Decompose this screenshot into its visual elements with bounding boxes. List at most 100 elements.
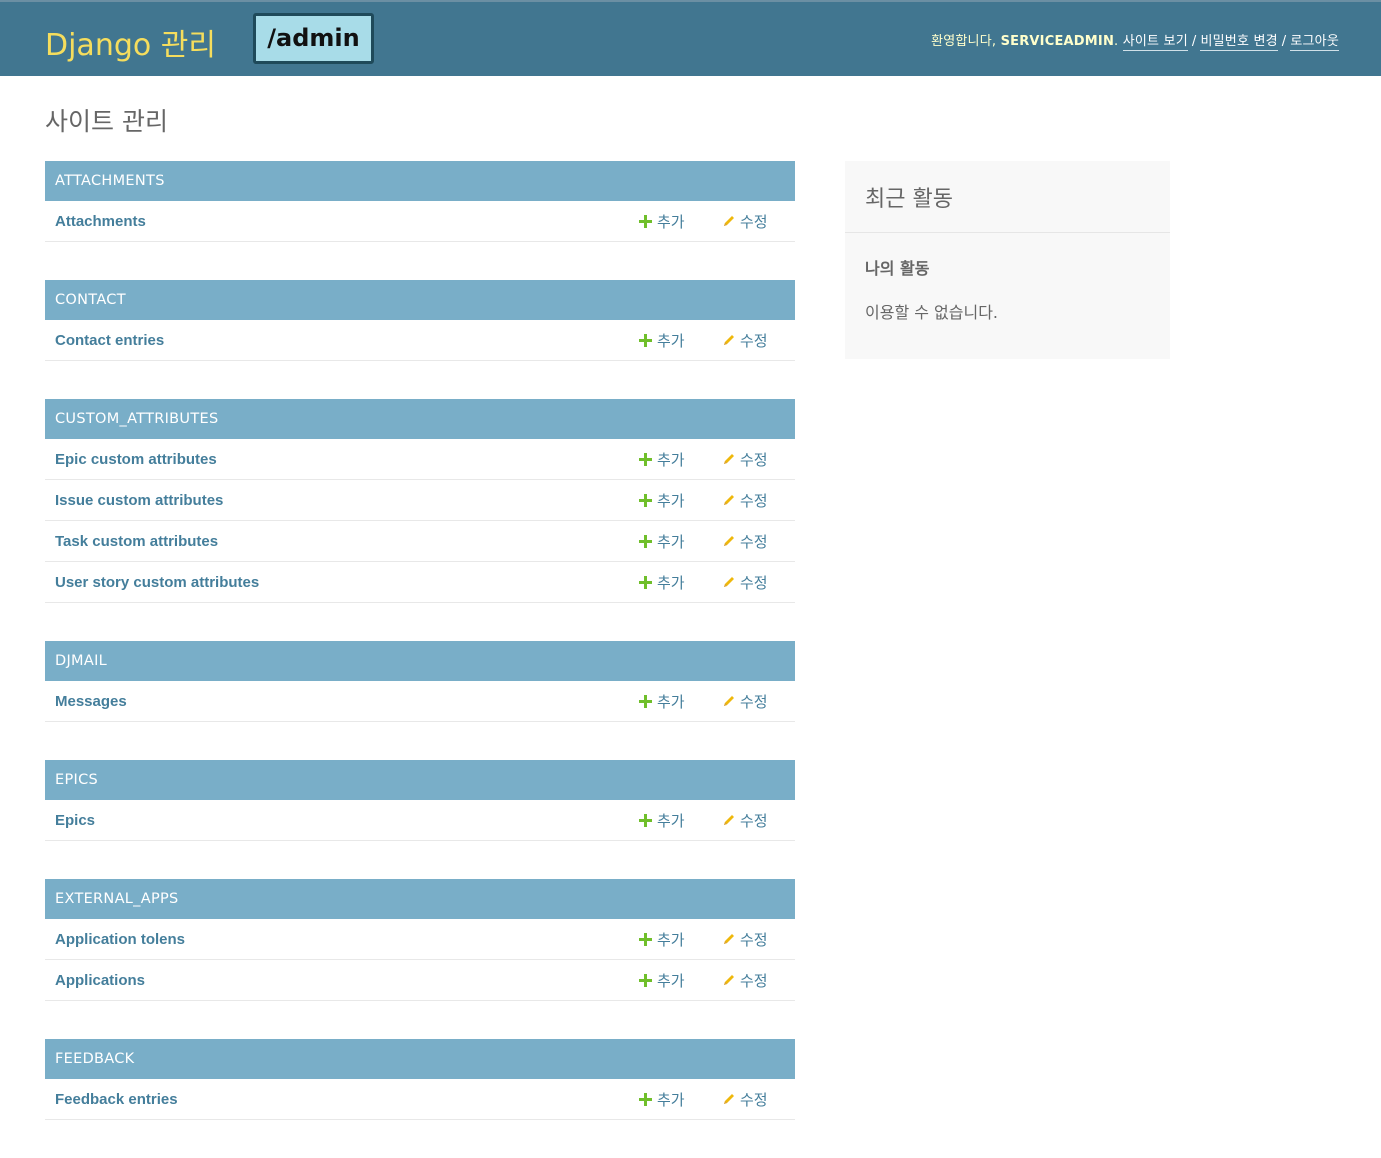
add-link[interactable]: 추가 bbox=[639, 810, 685, 831]
change-label: 수정 bbox=[740, 1091, 768, 1109]
change-password-link[interactable]: 비밀번호 변경 bbox=[1200, 34, 1278, 51]
pencil-icon bbox=[722, 333, 736, 347]
plus-icon bbox=[639, 933, 652, 946]
change-label: 수정 bbox=[740, 931, 768, 949]
app-module: EPICS Epics 추가 수정 bbox=[45, 760, 795, 841]
add-label: 추가 bbox=[657, 574, 685, 592]
recent-actions-title: 최근 활동 bbox=[845, 161, 1170, 233]
change-link[interactable]: 수정 bbox=[722, 490, 768, 511]
change-link[interactable]: 수정 bbox=[722, 531, 768, 552]
pencil-icon bbox=[722, 493, 736, 507]
change-label: 수정 bbox=[740, 332, 768, 350]
module-caption[interactable]: CONTACT bbox=[45, 280, 795, 320]
url-annotation-tag: /admin bbox=[253, 13, 374, 64]
model-row: Feedback entries 추가 수정 bbox=[45, 1079, 795, 1120]
pencil-icon bbox=[722, 534, 736, 548]
add-label: 추가 bbox=[657, 972, 685, 990]
change-link[interactable]: 수정 bbox=[722, 929, 768, 950]
app-module: EXTERNAL_APPS Application tolens 추가 수정 Appli… bbox=[45, 879, 795, 1001]
change-label: 수정 bbox=[740, 213, 768, 231]
username: SERVICEADMIN bbox=[1000, 34, 1115, 49]
pencil-icon bbox=[722, 452, 736, 466]
add-link[interactable]: 추가 bbox=[639, 330, 685, 351]
module-caption[interactable]: ATTACHMENTS bbox=[45, 161, 795, 201]
model-link[interactable]: Epic custom attributes bbox=[55, 451, 217, 468]
page-title: 사이트 관리 bbox=[45, 107, 168, 136]
site-branding[interactable]: Django 관리 bbox=[45, 20, 216, 64]
change-link[interactable]: 수정 bbox=[722, 970, 768, 991]
add-link[interactable]: 추가 bbox=[639, 531, 685, 552]
plus-icon bbox=[639, 334, 652, 347]
add-link[interactable]: 추가 bbox=[639, 449, 685, 470]
change-link[interactable]: 수정 bbox=[722, 330, 768, 351]
model-row: Epics 추가 수정 bbox=[45, 800, 795, 841]
add-label: 추가 bbox=[657, 693, 685, 711]
change-label: 수정 bbox=[740, 492, 768, 510]
header: Django 관리 /admin 환영합니다, SERVICEADMIN. 사이… bbox=[0, 0, 1381, 76]
plus-icon bbox=[639, 453, 652, 466]
app-module: CUSTOM_ATTRIBUTES Epic custom attributes 추… bbox=[45, 399, 795, 603]
model-link[interactable]: Application tolens bbox=[55, 931, 185, 948]
module-caption[interactable]: FEEDBACK bbox=[45, 1039, 795, 1079]
model-link[interactable]: User story custom attributes bbox=[55, 574, 259, 591]
change-label: 수정 bbox=[740, 451, 768, 469]
separator: / bbox=[1281, 34, 1287, 49]
change-link[interactable]: 수정 bbox=[722, 810, 768, 831]
module-caption[interactable]: EXTERNAL_APPS bbox=[45, 879, 795, 919]
username-suffix: . bbox=[1114, 34, 1119, 49]
change-link[interactable]: 수정 bbox=[722, 1089, 768, 1110]
add-link[interactable]: 추가 bbox=[639, 691, 685, 712]
module-caption[interactable]: EPICS bbox=[45, 760, 795, 800]
plus-icon bbox=[639, 1093, 652, 1106]
model-row: Issue custom attributes 추가 수정 bbox=[45, 480, 795, 521]
model-row: Epic custom attributes 추가 수정 bbox=[45, 439, 795, 480]
add-label: 추가 bbox=[657, 492, 685, 510]
plus-icon bbox=[639, 974, 652, 987]
change-label: 수정 bbox=[740, 574, 768, 592]
module-caption[interactable]: CUSTOM_ATTRIBUTES bbox=[45, 399, 795, 439]
change-label: 수정 bbox=[740, 533, 768, 551]
app-module: DJMAIL Messages 추가 수정 bbox=[45, 641, 795, 722]
pencil-icon bbox=[722, 214, 736, 228]
plus-icon bbox=[639, 576, 652, 589]
add-link[interactable]: 추가 bbox=[639, 970, 685, 991]
add-label: 추가 bbox=[657, 451, 685, 469]
change-link[interactable]: 수정 bbox=[722, 691, 768, 712]
model-link[interactable]: Task custom attributes bbox=[55, 533, 218, 550]
add-link[interactable]: 추가 bbox=[639, 490, 685, 511]
change-link[interactable]: 수정 bbox=[722, 572, 768, 593]
change-link[interactable]: 수정 bbox=[722, 211, 768, 232]
add-link[interactable]: 추가 bbox=[639, 572, 685, 593]
model-link[interactable]: Messages bbox=[55, 693, 127, 710]
change-label: 수정 bbox=[740, 972, 768, 990]
add-link[interactable]: 추가 bbox=[639, 211, 685, 232]
pencil-icon bbox=[722, 575, 736, 589]
model-link[interactable]: Issue custom attributes bbox=[55, 492, 223, 509]
add-link[interactable]: 추가 bbox=[639, 929, 685, 950]
plus-icon bbox=[639, 695, 652, 708]
logout-link[interactable]: 로그아웃 bbox=[1290, 34, 1339, 51]
user-tools: 환영합니다, SERVICEADMIN. 사이트 보기 / 비밀번호 변경 / 로그아웃 bbox=[931, 30, 1339, 51]
add-link[interactable]: 추가 bbox=[639, 1089, 685, 1110]
add-label: 추가 bbox=[657, 931, 685, 949]
model-link[interactable]: Applications bbox=[55, 972, 145, 989]
add-label: 추가 bbox=[657, 1091, 685, 1109]
add-label: 추가 bbox=[657, 812, 685, 830]
model-row: Applications 추가 수정 bbox=[45, 960, 795, 1001]
model-link[interactable]: Epics bbox=[55, 812, 95, 829]
module-caption[interactable]: DJMAIL bbox=[45, 641, 795, 681]
view-site-link[interactable]: 사이트 보기 bbox=[1122, 34, 1188, 51]
add-label: 추가 bbox=[657, 213, 685, 231]
change-link[interactable]: 수정 bbox=[722, 449, 768, 470]
model-link[interactable]: Contact entries bbox=[55, 332, 164, 349]
app-module: ATTACHMENTS Attachments 추가 수정 bbox=[45, 161, 795, 242]
model-row: User story custom attributes 추가 수정 bbox=[45, 562, 795, 603]
model-link[interactable]: Feedback entries bbox=[55, 1091, 178, 1108]
model-link[interactable]: Attachments bbox=[55, 213, 146, 230]
app-module: FEEDBACK Feedback entries 추가 수정 bbox=[45, 1039, 795, 1120]
change-label: 수정 bbox=[740, 693, 768, 711]
add-label: 추가 bbox=[657, 332, 685, 350]
my-actions-heading: 나의 활동 bbox=[865, 259, 930, 278]
plus-icon bbox=[639, 535, 652, 548]
plus-icon bbox=[639, 494, 652, 507]
